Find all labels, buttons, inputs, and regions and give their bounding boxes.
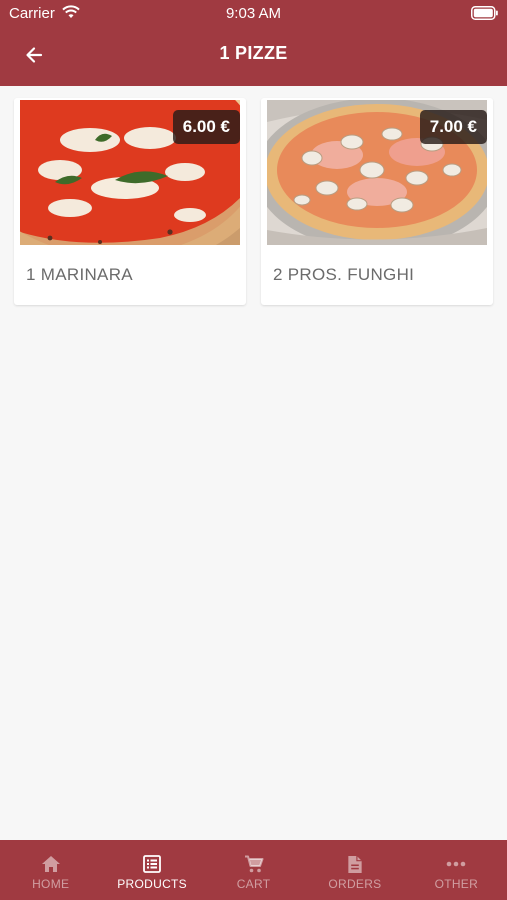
tab-label: HOME <box>32 877 70 891</box>
price-badge: 6.00 € <box>172 110 240 144</box>
battery-icon <box>471 6 498 20</box>
tab-home[interactable]: HOME <box>0 840 101 900</box>
tab-orders[interactable]: ORDERS <box>304 840 405 900</box>
document-icon <box>344 854 366 874</box>
price-badge: 7.00 € <box>419 110 487 144</box>
more-icon <box>445 854 467 874</box>
product-name: 1 MARINARA <box>26 265 133 284</box>
tab-label: CART <box>236 877 271 891</box>
tab-label: PRODUCTS <box>117 877 187 891</box>
product-name: 2 PROS. FUNGHI <box>273 265 415 284</box>
home-icon <box>40 854 62 874</box>
navigation-bar: 1 PIZZE <box>0 26 507 86</box>
tab-cart[interactable]: CART <box>203 840 304 900</box>
product-card[interactable]: 6.00 € 1 MARINARA <box>14 98 246 305</box>
tab-products[interactable]: PRODUCTS <box>101 840 202 900</box>
list-icon <box>141 854 163 874</box>
tab-other[interactable]: OTHER <box>406 840 507 900</box>
status-time: 9:03 AM <box>225 5 282 22</box>
cart-icon <box>243 854 265 874</box>
app-header: Carrier 9:03 AM 1 PIZZE <box>0 0 507 86</box>
status-bar: Carrier 9:03 AM <box>0 0 507 26</box>
bottom-tab-bar: HOME PRODUCTS CART ORDERS OTHER <box>0 840 507 900</box>
page-title: 1 PIZZE <box>219 43 288 63</box>
tab-label: OTHER <box>434 877 479 891</box>
product-card[interactable]: 7.00 € 2 PROS. FUNGHI <box>261 98 493 305</box>
tab-label: ORDERS <box>328 877 382 891</box>
